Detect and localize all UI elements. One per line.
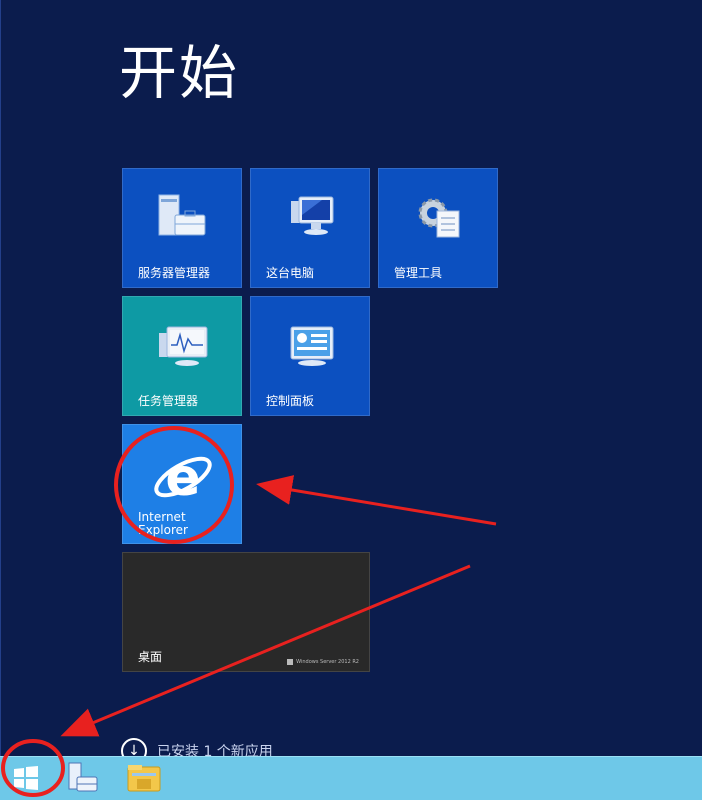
task-manager-icon <box>159 326 208 366</box>
internet-explorer-icon: e <box>154 448 212 508</box>
tile-label: 这台电脑 <box>266 266 315 280</box>
start-screen: 开始 服务器管理器 这台电脑 管理工具 任务管理器 控制面板 e Interne… <box>0 0 702 764</box>
tile-label: 桌面 <box>138 650 163 664</box>
tile-label: 控制面板 <box>266 394 315 408</box>
tile-label-line2: Explorer <box>138 523 188 537</box>
tile-label: 任务管理器 <box>138 394 199 408</box>
tile-control-panel[interactable]: 控制面板 <box>250 296 370 416</box>
tile-label: Internet Explorer <box>138 511 188 537</box>
tile-task-manager[interactable]: 任务管理器 <box>122 296 242 416</box>
tile-label: 服务器管理器 <box>138 266 211 280</box>
windows-server-brand: Windows Server 2012 R2 <box>287 659 359 665</box>
admin-tools-icon <box>418 198 460 238</box>
windows-logo-icon <box>287 659 294 665</box>
tile-admin-tools[interactable]: 管理工具 <box>378 168 498 288</box>
tile-desktop[interactable]: 桌面 Windows Server 2012 R2 <box>122 552 370 672</box>
svg-text:e: e <box>165 448 200 508</box>
start-title: 开始 <box>119 39 240 107</box>
tile-label-line1: Internet <box>138 510 186 524</box>
control-panel-icon <box>290 326 334 366</box>
windows-start-icon <box>14 766 38 790</box>
start-button[interactable] <box>6 759 46 797</box>
tile-this-pc[interactable]: 这台电脑 <box>250 168 370 288</box>
taskbar <box>0 756 702 800</box>
tile-internet-explorer[interactable]: e Internet Explorer <box>122 424 242 544</box>
tile-label: 管理工具 <box>394 266 443 280</box>
server-manager-icon <box>158 194 206 236</box>
brand-text: Windows Server 2012 R2 <box>296 659 359 665</box>
taskbar-server-manager[interactable] <box>62 759 102 797</box>
this-pc-icon <box>291 196 334 235</box>
server-manager-icon <box>68 762 98 792</box>
tile-server-manager[interactable]: 服务器管理器 <box>122 168 242 288</box>
taskbar-file-explorer[interactable] <box>124 759 164 797</box>
file-explorer-icon <box>127 765 161 792</box>
